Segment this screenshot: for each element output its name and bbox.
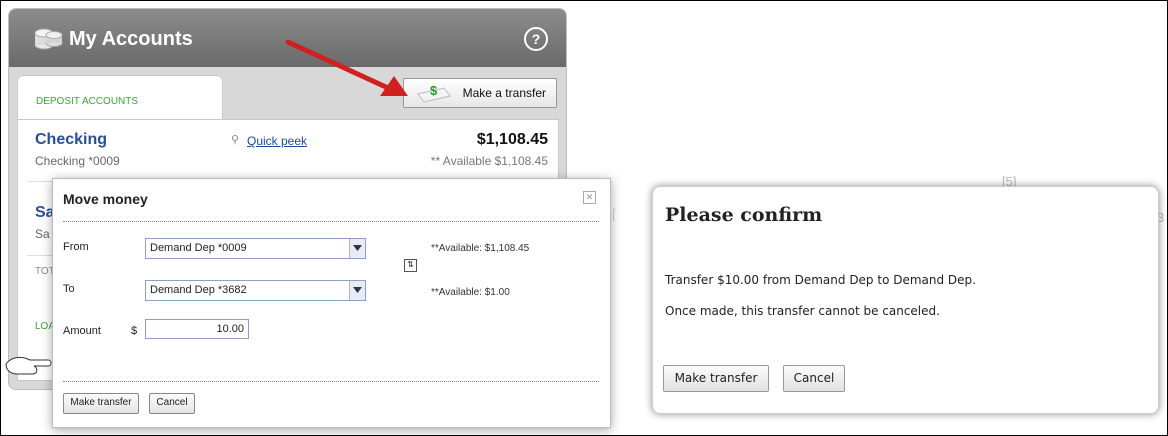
- cancel-button[interactable]: Cancel: [149, 393, 195, 414]
- checking-available: ** Available $1,108.45: [430, 154, 548, 168]
- from-account-value: Demand Dep *0009: [150, 242, 247, 254]
- checking-balance: $1,108.45: [476, 131, 548, 148]
- confirm-title: Please confirm: [665, 204, 823, 226]
- make-a-transfer-button[interactable]: $ Make a transfer: [403, 78, 557, 108]
- red-arrow-annotation: [285, 39, 408, 96]
- money-envelope-icon: $: [417, 83, 451, 103]
- from-label: From: [63, 241, 89, 253]
- move-money-title: Move money: [63, 191, 148, 207]
- dialog-divider: [63, 381, 599, 382]
- checking-account-link[interactable]: Checking: [35, 131, 107, 149]
- help-icon[interactable]: ?: [524, 27, 548, 51]
- make-a-transfer-label: Make a transfer: [462, 86, 546, 100]
- checking-account-number: Checking *0009: [35, 154, 120, 168]
- from-account-select[interactable]: Demand Dep *0009: [145, 238, 366, 259]
- amount-label: Amount: [63, 325, 101, 337]
- coins-icon: [34, 28, 63, 50]
- magnifier-icon: ⚲: [231, 134, 240, 146]
- amount-input[interactable]: 10.00: [145, 319, 249, 339]
- svg-text:$: $: [430, 83, 438, 98]
- currency-symbol: $: [131, 325, 138, 337]
- tab-deposit-accounts[interactable]: DEPOSIT ACCOUNTS: [17, 75, 223, 120]
- confirm-cancel-button[interactable]: Cancel: [783, 365, 845, 392]
- move-money-dialog: Move money ✕ From Demand Dep *0009 **Ava…: [52, 178, 611, 428]
- savings-account-number: Sa: [35, 227, 50, 241]
- background-fragment: [: [612, 206, 616, 221]
- quick-peek-link[interactable]: Quick peek: [247, 134, 307, 148]
- dialog-divider: [63, 221, 599, 222]
- close-icon[interactable]: ✕: [583, 191, 596, 204]
- from-available: **Available: $1,108.45: [431, 243, 530, 254]
- to-available: **Available: $1.00: [431, 287, 510, 298]
- accounts-title: My Accounts: [69, 28, 193, 50]
- make-transfer-button[interactable]: Make transfer: [63, 393, 139, 414]
- hand-cursor-icon: [5, 356, 52, 375]
- confirm-message: Transfer $10.00 from Demand Dep to Deman…: [665, 273, 976, 287]
- swap-accounts-icon[interactable]: ⇅: [404, 259, 417, 272]
- tab-deposit-accounts-label: DEPOSIT ACCOUNTS: [36, 96, 139, 107]
- please-confirm-dialog: Please confirm Transfer $10.00 from Dema…: [652, 186, 1159, 414]
- to-label: To: [63, 283, 75, 295]
- confirm-warning: Once made, this transfer cannot be cance…: [665, 304, 940, 318]
- chevron-down-icon[interactable]: [349, 281, 365, 300]
- to-account-value: Demand Dep *3682: [150, 284, 247, 296]
- chevron-down-icon[interactable]: [349, 239, 365, 258]
- to-account-select[interactable]: Demand Dep *3682: [145, 280, 366, 301]
- confirm-make-transfer-button[interactable]: Make transfer: [663, 365, 769, 392]
